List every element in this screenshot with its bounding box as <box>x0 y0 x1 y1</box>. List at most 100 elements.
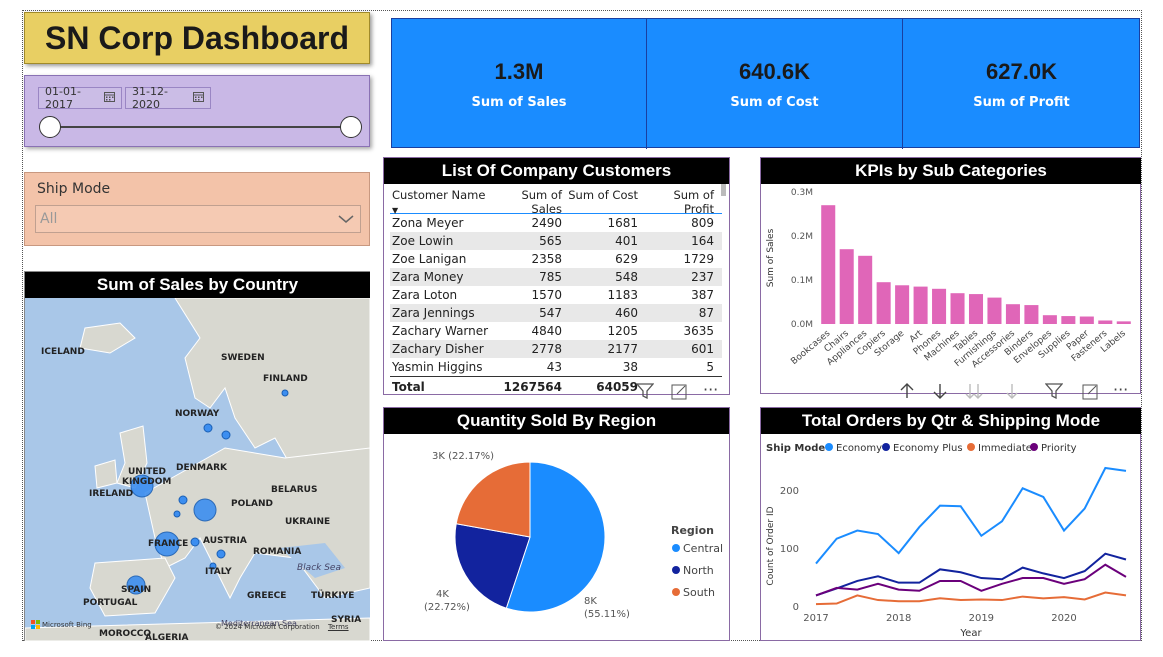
focus-mode-icon[interactable] <box>1082 384 1098 404</box>
kpi-label: Sum of Sales <box>471 94 567 110</box>
table-cell: 785 <box>539 270 562 284</box>
table-cell: Zachary Warner <box>392 324 489 338</box>
table-cell: 1205 <box>607 324 638 338</box>
table-cell: 565 <box>539 234 562 248</box>
y-tick-label: 0.0M <box>791 320 813 330</box>
column-header[interactable]: Sum of Cost <box>568 188 644 202</box>
map-bubble[interactable] <box>173 510 181 518</box>
bar <box>987 297 1002 324</box>
legend-item: Central <box>683 542 723 555</box>
ship-mode-label: Ship Mode <box>37 181 111 197</box>
line-chart-title: Total Orders by Qtr & Shipping Mode <box>761 408 1141 434</box>
expand-next-level-icon[interactable] <box>964 382 986 404</box>
table-row[interactable]: Zachary Disher 2778 2177 601 <box>390 340 722 358</box>
table-cell: 809 <box>691 216 714 230</box>
start-date-input[interactable]: 01-01-2017 <box>38 85 122 111</box>
table-row[interactable]: Zara Loton 1570 1183 387 <box>390 286 722 304</box>
map-bubble[interactable] <box>281 389 289 397</box>
kpi-card-sales[interactable]: 1.3M Sum of Sales <box>392 19 647 149</box>
legend-marker <box>882 443 890 451</box>
map-label: FRANCE <box>148 539 188 549</box>
column-header[interactable]: Customer Name ▼ <box>390 188 492 216</box>
table-row[interactable]: Zachary Warner 4840 1205 3635 <box>390 322 722 340</box>
ship-mode-dropdown[interactable]: All <box>35 205 361 233</box>
table-row[interactable]: Zoe Lowin 565 401 164 <box>390 232 722 250</box>
table-cell: 5 <box>706 360 714 374</box>
bar <box>1116 321 1131 324</box>
filter-icon[interactable] <box>635 383 655 403</box>
map-label: GREECE <box>247 591 286 601</box>
date-slicer[interactable]: 01-01-2017 31-12-2020 <box>24 75 370 147</box>
legend-item: Priority <box>1041 443 1077 454</box>
customers-table-visual[interactable]: List Of Company Customers Customer Name ▼… <box>383 157 730 395</box>
table-cell: 43 <box>546 360 562 374</box>
kpi-label: Sum of Profit <box>973 94 1070 110</box>
calendar-icon[interactable] <box>193 91 204 105</box>
column-header[interactable]: Sum of Profit <box>644 188 720 216</box>
start-date-value: 01-01-2017 <box>45 85 81 111</box>
legend-item: Immediate <box>978 443 1032 454</box>
orders-line-visual[interactable]: Total Orders by Qtr & Shipping Mode Ship… <box>760 407 1141 641</box>
table-row[interactable]: Zara Jennings 547 460 87 <box>390 304 722 322</box>
map-label: BELARUS <box>271 485 317 495</box>
y-axis-label: Count of Order ID <box>766 506 776 585</box>
table-row[interactable]: Yasmin Higgins 43 38 5 <box>390 358 722 376</box>
table-cell: 2778 <box>531 342 562 356</box>
subcategory-bar-visual[interactable]: KPIs by Sub Categories 0.0M 0.1M 0.2M 0.3M S… <box>760 157 1141 394</box>
map-label: POLAND <box>231 499 273 509</box>
table-row[interactable]: Zoe Lanigan 2358 629 1729 <box>390 250 722 268</box>
filter-icon[interactable] <box>1044 383 1064 403</box>
total-label: Total <box>392 379 425 394</box>
expand-all-icon[interactable] <box>1003 382 1021 404</box>
bar <box>968 294 984 324</box>
map-bubble[interactable] <box>221 430 231 440</box>
sort-desc-icon: ▼ <box>392 206 399 215</box>
y-tick-label: 200 <box>780 486 799 497</box>
map-bubble[interactable] <box>216 549 226 559</box>
attribution-text: © 2024 Microsoft Corporation <box>215 623 320 631</box>
map-canvas[interactable]: ICELAND SWEDEN FINLAND NORWAY UNITED KIN… <box>25 298 370 641</box>
table-cell: Zachary Disher <box>392 342 484 356</box>
focus-mode-icon[interactable] <box>671 384 687 404</box>
terms-link[interactable]: Terms <box>328 623 349 631</box>
more-options-icon[interactable]: ··· <box>703 380 718 399</box>
kpi-card-profit[interactable]: 627.0K Sum of Profit <box>903 19 1140 149</box>
map-bubble[interactable] <box>178 495 188 505</box>
end-date-input[interactable]: 31-12-2020 <box>125 85 211 111</box>
slice-label: 4K <box>436 589 449 600</box>
table-row[interactable]: Zona Meyer 2490 1681 809 <box>390 214 722 232</box>
table-cell: Zona Meyer <box>392 216 464 230</box>
map-label: AUSTRIA <box>203 536 247 546</box>
calendar-icon[interactable] <box>104 91 115 105</box>
table-cell: 601 <box>691 342 714 356</box>
table-cell: Zoe Lowin <box>392 234 454 248</box>
date-range-track[interactable] <box>51 126 353 128</box>
kpi-value: 640.6K <box>739 58 810 84</box>
drill-down-icon[interactable] <box>931 382 949 404</box>
region-pie-visual[interactable]: Quantity Sold By Region 8K (55.11%) 4K (22.… <box>383 407 730 641</box>
drill-up-icon[interactable] <box>898 382 916 404</box>
date-range-start-handle[interactable] <box>39 116 61 138</box>
y-tick-label: 0 <box>793 602 799 613</box>
table-scrollbar[interactable] <box>721 184 726 196</box>
column-header[interactable]: Sum of Sales <box>492 188 568 216</box>
table-cell: 387 <box>691 288 714 302</box>
table-cell: 1183 <box>607 288 638 302</box>
bing-label: Microsoft Bing <box>42 620 92 629</box>
table-cell: 164 <box>691 234 714 248</box>
date-range-end-handle[interactable] <box>340 116 362 138</box>
map-bubble[interactable] <box>193 498 217 522</box>
map-bubble[interactable] <box>190 537 200 547</box>
map-label: PORTUGAL <box>83 598 138 608</box>
map-label: UNITED <box>128 467 166 477</box>
map-visual[interactable]: Sum of Sales by Country ICELAND SWEDEN F… <box>24 271 370 641</box>
more-options-icon[interactable]: ··· <box>1113 380 1128 399</box>
table-row[interactable]: Zara Money 785 548 237 <box>390 268 722 286</box>
pie-chart-title: Quantity Sold By Region <box>384 408 729 434</box>
map-bubble[interactable] <box>203 423 213 433</box>
kpi-card-cost[interactable]: 640.6K Sum of Cost <box>647 19 903 149</box>
bar <box>1098 320 1113 324</box>
kpi-label: Sum of Cost <box>730 94 819 110</box>
map-attribution: © 2024 Microsoft Corporation Terms <box>215 623 349 631</box>
table-cell: 1681 <box>607 216 638 230</box>
